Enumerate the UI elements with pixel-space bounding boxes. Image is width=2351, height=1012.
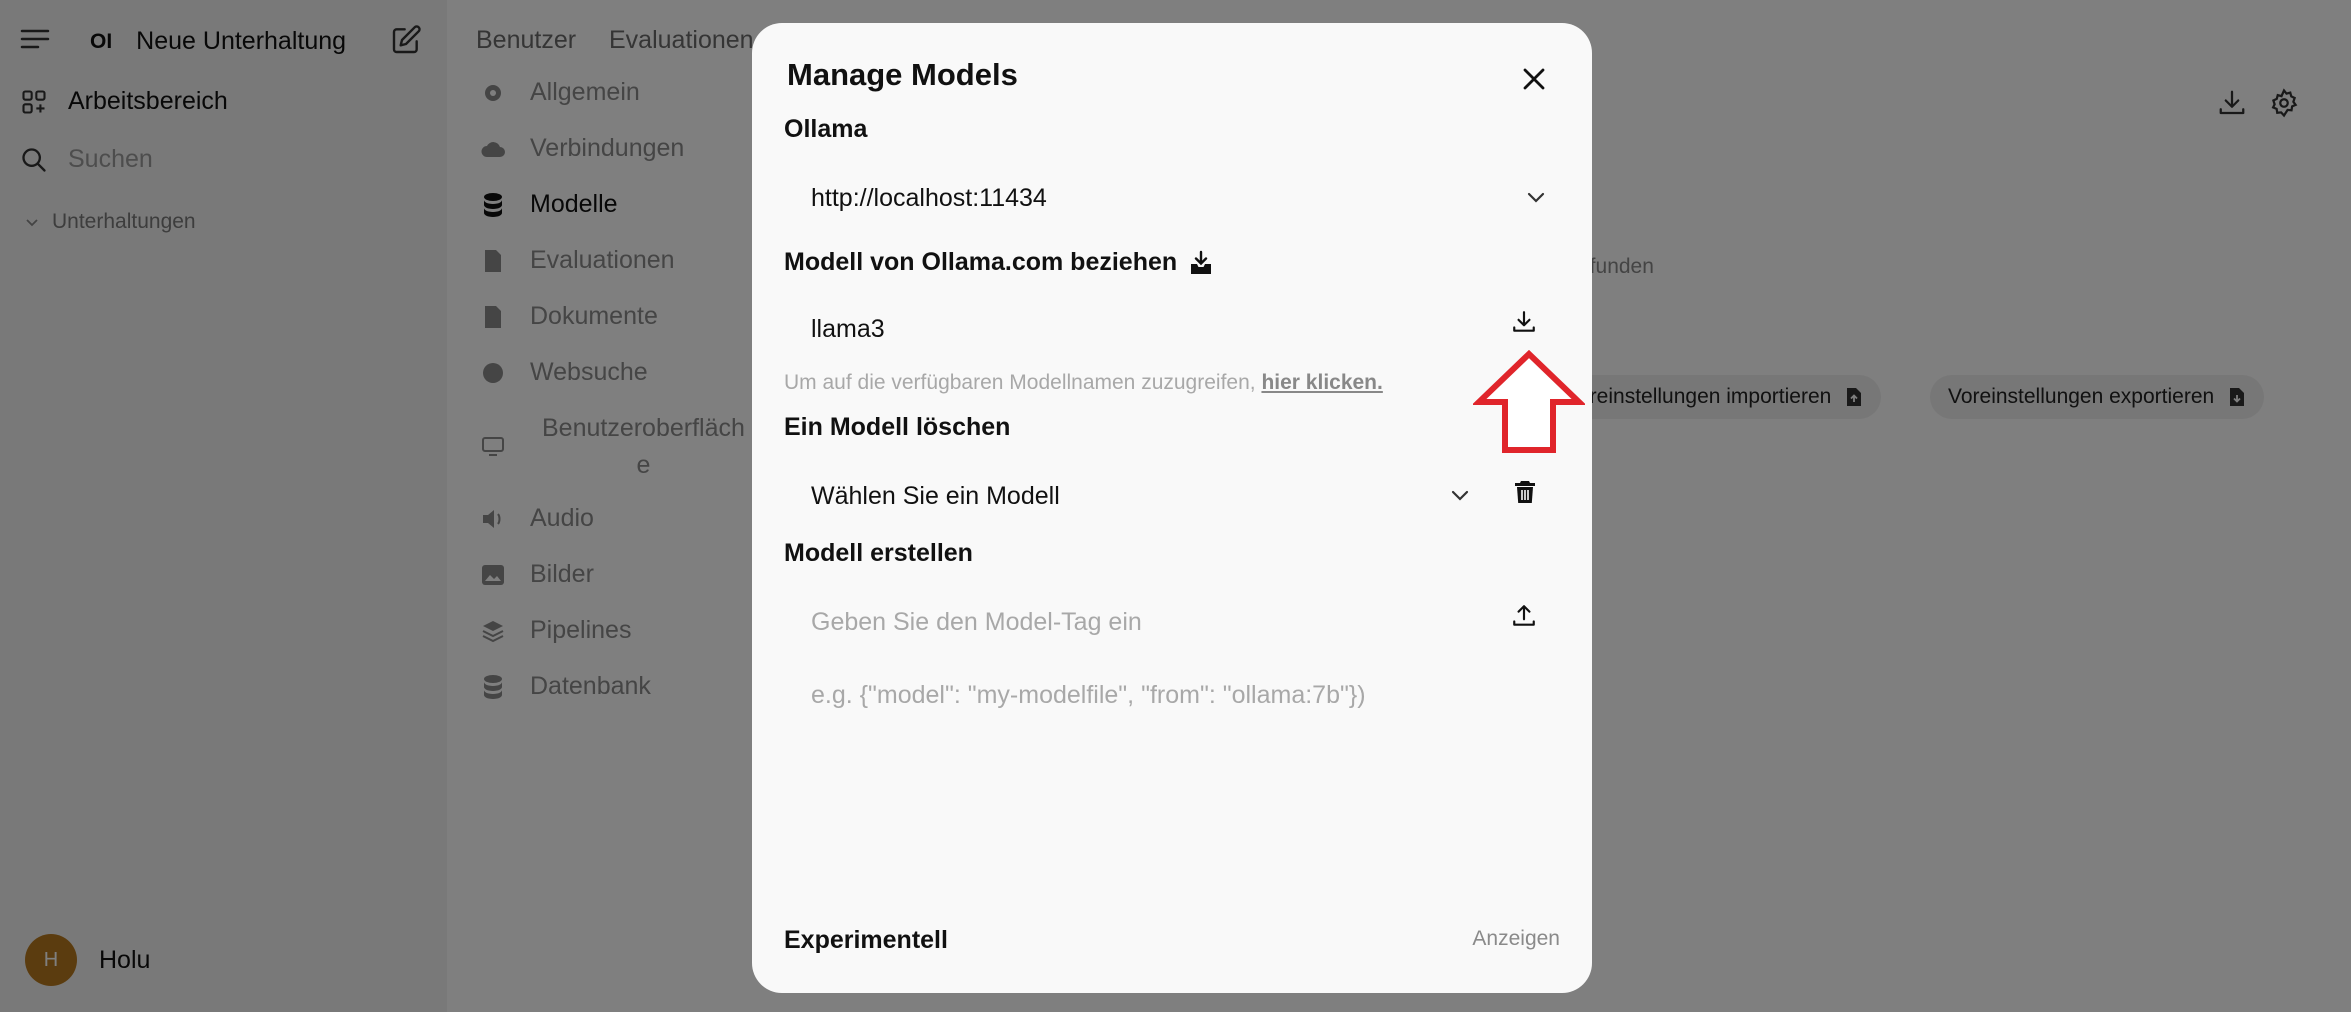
pull-model-input[interactable]: llama3 <box>784 301 1560 357</box>
model-tag-placeholder: Geben Sie den Model-Tag ein <box>811 608 1142 636</box>
pull-model-button[interactable] <box>1511 309 1537 335</box>
ollama-url-value: http://localhost:11434 <box>811 184 1047 212</box>
manage-models-modal: Manage Models Ollama http://localhost:11… <box>752 23 1592 993</box>
pull-model-label-text: Modell von Ollama.com beziehen <box>784 248 1178 276</box>
experimental-label: Experimentell <box>784 926 948 954</box>
show-experimental-button[interactable]: Anzeigen <box>1472 927 1560 951</box>
hint-text: Um auf die verfügbaren Modellnamen zuzug… <box>784 371 1256 394</box>
close-button[interactable] <box>1518 63 1550 95</box>
upload-icon <box>1511 603 1537 629</box>
trash-icon <box>1514 479 1536 505</box>
create-model-button[interactable] <box>1511 603 1537 629</box>
model-names-link[interactable]: hier klicken. <box>1261 371 1382 394</box>
download-tray-icon <box>1189 250 1213 276</box>
create-model-label: Modell erstellen <box>784 539 973 567</box>
close-icon <box>1521 66 1547 92</box>
download-icon <box>1511 309 1537 335</box>
modelfile-textarea[interactable]: e.g. {"model": "my-modelfile", "from": "… <box>784 669 1560 899</box>
ollama-section-label: Ollama <box>784 115 868 143</box>
delete-model-select-value: Wählen Sie ein Modell <box>811 482 1060 510</box>
model-tag-input[interactable]: Geben Sie den Model-Tag ein <box>784 593 1560 649</box>
delete-model-select[interactable]: Wählen Sie ein Modell <box>784 467 1484 523</box>
annotation-arrow-up <box>1473 350 1585 453</box>
chevron-down-icon <box>1450 485 1470 505</box>
pull-model-value: llama3 <box>811 315 885 343</box>
model-names-hint: Um auf die verfügbaren Modellnamen zuzug… <box>784 371 1383 395</box>
modal-title: Manage Models <box>787 57 1018 92</box>
pull-model-label: Modell von Ollama.com beziehen <box>784 248 1213 277</box>
modelfile-placeholder: e.g. {"model": "my-modelfile", "from": "… <box>811 681 1366 709</box>
delete-model-label: Ein Modell löschen <box>784 413 1011 441</box>
delete-model-button[interactable] <box>1514 479 1536 505</box>
chevron-down-icon <box>1526 187 1546 207</box>
ollama-url-select[interactable]: http://localhost:11434 <box>784 169 1560 225</box>
